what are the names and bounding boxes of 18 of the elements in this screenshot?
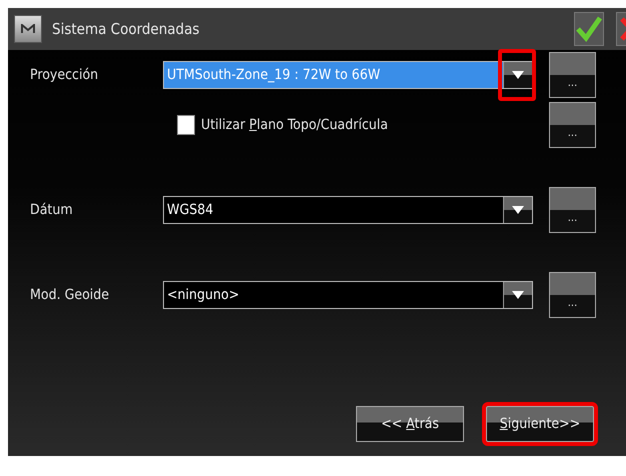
caret-icon [512,206,524,214]
caret-icon [512,71,524,79]
more-button[interactable]: ... [549,187,596,233]
app-icon [14,15,42,43]
more-button[interactable]: ... [549,272,596,318]
dropdown[interactable]: WGS84 [163,196,533,224]
more-button[interactable]: ... [549,52,596,98]
nav-button[interactable]: << Atrás [356,406,464,442]
confirm-button[interactable] [574,12,604,46]
caret-icon [512,291,524,299]
window-title: Sistema Coordenadas [52,20,200,38]
field-label: Proyección [30,67,100,83]
field-label: Dátum [30,202,74,218]
checkmark-icon [576,16,602,42]
checkbox[interactable]: Utilizar Plano Topo/Cuadrícula [177,115,533,135]
more-button[interactable]: ... [549,102,596,148]
field-label: Mod. Geoide [30,287,110,303]
dropdown[interactable]: <ninguno> [163,281,533,309]
